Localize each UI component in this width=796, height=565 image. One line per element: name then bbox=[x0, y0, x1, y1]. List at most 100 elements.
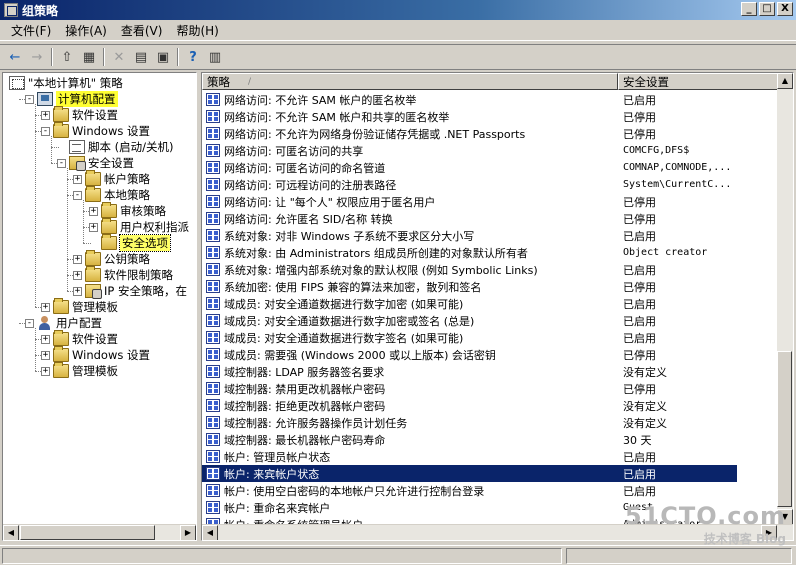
policy-row[interactable]: 域控制器: 最长机器帐户密码寿命 30 天 bbox=[202, 431, 737, 448]
policy-name: 域成员: 对安全通道数据进行数字签名 (如果可能) bbox=[224, 331, 464, 345]
policy-row[interactable]: 系统对象: 增强内部系统对象的默认权限 (例如 Symbolic Links) 已… bbox=[202, 261, 737, 278]
console-icon[interactable]: ▥ bbox=[204, 46, 226, 68]
tree-node-label: 公钥策略 bbox=[104, 252, 150, 266]
policy-row[interactable]: 域控制器: 允许服务器操作员计划任务 没有定义 bbox=[202, 414, 737, 431]
expand-icon[interactable]: + bbox=[73, 174, 82, 184]
policy-row[interactable]: 帐户: 来宾帐户状态 已启用 bbox=[202, 465, 737, 482]
tree-node[interactable]: + IP 安全策略，在 bbox=[73, 283, 187, 299]
policy-row[interactable]: 域成员: 需要强 (Windows 2000 或以上版本) 会话密钥 已停用 bbox=[202, 346, 737, 363]
column-header-policy[interactable]: 策略 / bbox=[202, 73, 618, 90]
tree-node[interactable]: - Windows 设置 bbox=[41, 122, 150, 139]
policy-row[interactable]: 系统加密: 使用 FIPS 兼容的算法来加密，散列和签名 已停用 bbox=[202, 278, 737, 295]
tree-node[interactable]: - 安全设置 bbox=[57, 155, 134, 171]
expand-icon[interactable]: + bbox=[73, 270, 82, 280]
expand-icon[interactable]: + bbox=[41, 334, 50, 344]
folder-icon bbox=[85, 170, 101, 186]
tree-node[interactable]: 脚本 (启动/关机) bbox=[57, 139, 174, 155]
tree-node[interactable]: + 管理模板 bbox=[41, 362, 118, 379]
show-tree-icon[interactable]: ▦ bbox=[78, 46, 100, 68]
policy-row[interactable]: 域成员: 对安全通道数据进行数字加密或签名 (总是) 已启用 bbox=[202, 312, 737, 329]
tree-node[interactable]: + 帐户策略 bbox=[73, 170, 150, 187]
expand-icon[interactable]: + bbox=[41, 110, 50, 120]
tree-node[interactable]: + 软件限制策略 bbox=[73, 266, 173, 283]
policy-name: 帐户: 来宾帐户状态 bbox=[224, 467, 320, 481]
policy-row[interactable]: 网络访问: 让 "每个人" 权限应用于匿名用户 已停用 bbox=[202, 193, 737, 210]
tree-node[interactable]: "本地计算机" 策略 bbox=[9, 75, 123, 91]
policy-row[interactable]: 域控制器: 拒绝更改机器帐户密码 没有定义 bbox=[202, 397, 737, 414]
scroll-thumb[interactable] bbox=[777, 351, 792, 507]
folder-icon bbox=[101, 218, 117, 234]
policy-name: 系统对象: 由 Administrators 组成员所创建的对象默认所有者 bbox=[224, 246, 528, 260]
forward-arrow-icon[interactable]: → bbox=[26, 46, 48, 68]
policy-row[interactable]: 域控制器: 禁用更改机器帐户密码 已停用 bbox=[202, 380, 737, 397]
collapse-icon[interactable]: - bbox=[57, 158, 66, 168]
policy-row[interactable]: 网络访问: 可匿名访问的共享 COMCFG,DFS$ bbox=[202, 142, 737, 159]
policy-setting-icon bbox=[206, 433, 220, 446]
menu-help[interactable]: 帮助(H) bbox=[169, 20, 225, 41]
help-icon[interactable]: ? bbox=[182, 46, 204, 68]
close-button[interactable]: X bbox=[777, 2, 793, 16]
tree-node[interactable]: + 管理模板 bbox=[41, 298, 118, 315]
menu-view[interactable]: 查看(V) bbox=[114, 20, 170, 41]
tree-node[interactable]: + 用户权利指派 bbox=[89, 218, 189, 235]
tree-node[interactable]: - 计算机配置 bbox=[25, 91, 118, 107]
expand-icon[interactable]: + bbox=[73, 254, 82, 264]
tree-node[interactable]: + 软件设置 bbox=[41, 330, 118, 347]
export-list-icon[interactable]: ▣ bbox=[152, 46, 174, 68]
policy-list-pane[interactable]: 策略 / 安全设置 网络访问: 不允许 SAM 帐户的匿名枚举 已启用 网络访问: … bbox=[201, 72, 794, 541]
policy-row[interactable]: 帐户: 管理员帐户状态 已启用 bbox=[202, 448, 737, 465]
collapse-icon[interactable]: - bbox=[73, 190, 82, 200]
policy-row[interactable]: 域成员: 对安全通道数据进行数字签名 (如果可能) 已启用 bbox=[202, 329, 737, 346]
expand-icon[interactable]: + bbox=[41, 302, 50, 312]
policy-row[interactable]: 域控制器: LDAP 服务器签名要求 没有定义 bbox=[202, 363, 737, 380]
policy-row[interactable]: 网络访问: 不允许 SAM 帐户和共享的匿名枚举 已停用 bbox=[202, 108, 737, 125]
scroll-right-button[interactable]: ▶ bbox=[180, 525, 196, 540]
minimize-button[interactable]: _ bbox=[741, 2, 757, 16]
collapse-icon[interactable]: - bbox=[25, 94, 34, 104]
expand-icon[interactable]: + bbox=[41, 366, 50, 376]
policy-row[interactable]: 网络访问: 不允许为网络身份验证储存凭据或 .NET Passports 已停用 bbox=[202, 125, 737, 142]
policy-row[interactable]: 系统对象: 由 Administrators 组成员所创建的对象默认所有者 Obj… bbox=[202, 244, 737, 261]
tree-node[interactable]: + Windows 设置 bbox=[41, 346, 150, 363]
policy-row[interactable]: 网络访问: 可匿名访问的命名管道 COMNAP,COMNODE,... bbox=[202, 159, 737, 176]
watermark-main: 51CTO.com bbox=[624, 502, 786, 530]
policy-row[interactable]: 帐户: 使用空白密码的本地帐户只允许进行控制台登录 已启用 bbox=[202, 482, 737, 499]
tree-pane[interactable]: "本地计算机" 策略 - 计算机配置 + 软件设置 - Windows 设置 脚本 (启动/关… bbox=[2, 72, 197, 541]
expand-icon[interactable]: + bbox=[89, 206, 98, 216]
policy-setting-icon bbox=[206, 263, 220, 276]
menu-action[interactable]: 操作(A) bbox=[58, 20, 114, 41]
scroll-left-button[interactable]: ◀ bbox=[202, 525, 218, 540]
tree-node[interactable]: - 本地策略 bbox=[73, 186, 150, 203]
folder-icon bbox=[85, 266, 101, 282]
tree-node[interactable]: 安全选项 bbox=[89, 234, 171, 252]
policy-setting-value: 已停用 bbox=[623, 195, 656, 209]
policy-row[interactable]: 域成员: 对安全通道数据进行数字加密 (如果可能) 已启用 bbox=[202, 295, 737, 312]
collapse-icon[interactable]: - bbox=[25, 318, 34, 328]
maximize-button[interactable]: □ bbox=[759, 2, 775, 16]
policy-setting-icon bbox=[206, 280, 220, 293]
column-header-setting[interactable]: 安全设置 bbox=[618, 73, 779, 90]
scroll-thumb[interactable] bbox=[20, 525, 155, 540]
delete-icon[interactable]: ✕ bbox=[108, 46, 130, 68]
shield-icon bbox=[85, 284, 102, 299]
menu-file[interactable]: 文件(F) bbox=[4, 20, 58, 41]
policy-row[interactable]: 网络访问: 不允许 SAM 帐户的匿名枚举 已启用 bbox=[202, 91, 737, 108]
scroll-up-button[interactable]: ▲ bbox=[777, 73, 793, 89]
tree-node[interactable]: - 用户配置 bbox=[25, 315, 102, 331]
properties-icon[interactable]: ▤ bbox=[130, 46, 152, 68]
expand-icon[interactable]: + bbox=[41, 350, 50, 360]
tree-node[interactable]: + 审核策略 bbox=[89, 202, 166, 219]
tree-node[interactable]: + 软件设置 bbox=[41, 106, 118, 123]
up-folder-icon[interactable]: ⇧ bbox=[56, 46, 78, 68]
back-arrow-icon[interactable]: ← bbox=[4, 46, 26, 68]
policy-row[interactable]: 网络访问: 允许匿名 SID/名称 转换 已停用 bbox=[202, 210, 737, 227]
policy-row[interactable]: 系统对象: 对非 Windows 子系统不要求区分大小写 已启用 bbox=[202, 227, 737, 244]
expand-icon[interactable]: + bbox=[73, 286, 82, 296]
expand-icon[interactable]: + bbox=[89, 222, 98, 232]
scroll-left-button[interactable]: ◀ bbox=[3, 525, 19, 540]
tree-node[interactable]: + 公钥策略 bbox=[73, 250, 150, 267]
collapse-icon[interactable]: - bbox=[41, 126, 50, 136]
policy-row[interactable]: 网络访问: 可远程访问的注册表路径 System\CurrentC... bbox=[202, 176, 737, 193]
list-vertical-scrollbar[interactable]: ▲ ▼ bbox=[777, 73, 793, 525]
tree-horizontal-scrollbar[interactable]: ◀ ▶ bbox=[3, 524, 196, 540]
